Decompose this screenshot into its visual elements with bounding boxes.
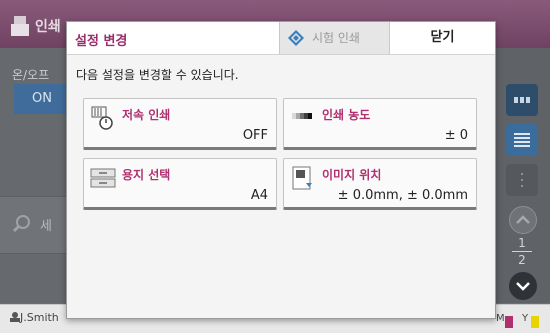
list-icon <box>514 133 530 147</box>
dialog-title: 설정 변경 <box>75 34 128 49</box>
print-density-button[interactable]: 인쇄 농도 ± 0 <box>283 98 477 150</box>
test-print-label: 시험 인쇄 <box>312 31 360 45</box>
grid-view-button[interactable] <box>506 84 538 116</box>
dialog-message: 다음 설정을 변경할 수 있습니다. <box>76 68 239 82</box>
more-button[interactable] <box>506 164 538 196</box>
paper-select-button[interactable]: 용지 선택 A4 <box>83 158 277 210</box>
settings-change-dialog: 설정 변경 시험 인쇄 닫기 다음 설정을 변경할 수 있습니다. 저속 인쇄 … <box>66 21 496 319</box>
user-icon <box>10 312 20 322</box>
print-density-icon <box>292 113 312 119</box>
page-indicator: 1 2 <box>510 236 534 267</box>
background-title: 인쇄 <box>35 19 61 35</box>
on-button[interactable]: ON <box>14 84 66 114</box>
document-icon <box>11 16 29 36</box>
list-view-button[interactable] <box>506 124 538 156</box>
test-print-button[interactable]: 시험 인쇄 <box>279 22 389 54</box>
image-position-icon <box>292 166 312 190</box>
slow-print-button[interactable]: 저속 인쇄 OFF <box>83 98 277 150</box>
user-name: J.Smith <box>10 311 59 324</box>
slow-print-icon <box>91 106 113 130</box>
scroll-up-button[interactable] <box>509 206 537 234</box>
slow-print-label: 저속 인쇄 <box>122 108 171 122</box>
test-print-icon <box>288 30 304 46</box>
print-density-value: ± 0 <box>444 128 468 143</box>
onoff-label: 온/오프 <box>12 68 50 82</box>
ink-level-yellow <box>531 316 539 328</box>
chevron-down-icon <box>516 282 530 291</box>
chevron-up-icon <box>516 215 530 224</box>
page-total: 2 <box>518 253 526 267</box>
ink-label-m: M <box>496 313 505 324</box>
scroll-down-button[interactable] <box>509 272 537 300</box>
image-position-button[interactable]: 이미지 위치 ± 0.0mm, ± 0.0mm <box>283 158 477 210</box>
slow-print-value: OFF <box>242 128 268 143</box>
search-row-label: 세 <box>40 219 52 234</box>
search-icon <box>12 215 30 233</box>
close-button[interactable]: 닫기 <box>389 22 495 54</box>
ink-label-y: Y <box>522 313 529 324</box>
paper-tray-icon <box>90 168 116 188</box>
grid-icon <box>514 97 530 103</box>
image-position-label: 이미지 위치 <box>322 168 382 182</box>
ink-level-magenta <box>505 316 513 328</box>
paper-select-label: 용지 선택 <box>122 168 171 182</box>
print-density-label: 인쇄 농도 <box>322 108 371 122</box>
dialog-header: 설정 변경 시험 인쇄 닫기 <box>67 22 495 55</box>
user-name-text: J.Smith <box>20 311 59 324</box>
image-position-value: ± 0.0mm, ± 0.0mm <box>337 188 468 203</box>
background-search-row[interactable]: 세 <box>0 196 66 254</box>
vertical-dots-icon <box>521 173 523 187</box>
paper-select-value: A4 <box>250 188 268 203</box>
page-current: 1 <box>518 236 526 250</box>
